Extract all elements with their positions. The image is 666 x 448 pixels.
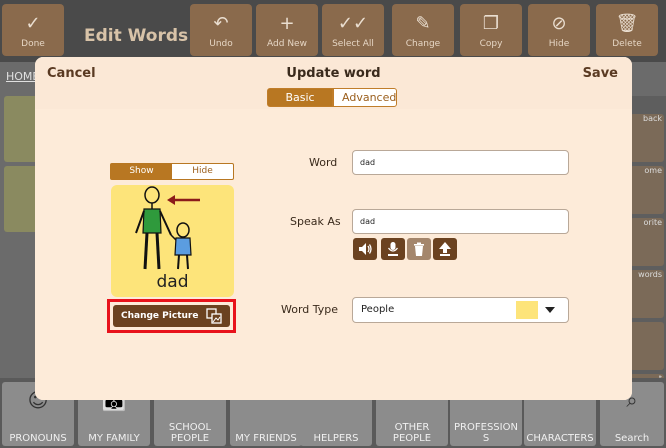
word-label: Word [309, 156, 338, 169]
speak-as-input[interactable]: dad [352, 209, 569, 234]
done-button: ✓ Done [2, 4, 64, 56]
dialog-body: Show Hide dad Change Picture Word dad Sp… [35, 109, 632, 400]
check-icon: ✓ [25, 13, 41, 34]
hide-icon: ⊘ [551, 13, 567, 34]
right-column-item: orite [630, 218, 664, 266]
background-title: Edit Words [84, 26, 189, 46]
background-right-column: back ome orite words t [630, 96, 666, 396]
word-picture[interactable]: dad [111, 185, 234, 297]
word-type-select[interactable]: People [352, 297, 569, 323]
show-image-option[interactable]: Show [111, 164, 172, 179]
tab-advanced[interactable]: Advanced [333, 88, 397, 107]
image-swap-icon [206, 308, 222, 324]
select-all-button: ✓✓ Select All [322, 4, 384, 56]
change-picture-label: Change Picture [121, 311, 199, 321]
right-column-item: back [630, 114, 664, 162]
hide-image-option[interactable]: Hide [172, 164, 233, 179]
update-word-dialog: Cancel Update word Save Basic Advanced S… [35, 57, 632, 400]
change-picture-highlight: Change Picture [107, 299, 236, 333]
record-audio-button[interactable] [381, 238, 405, 260]
speaker-icon [359, 243, 372, 255]
right-column-item: words [630, 270, 664, 318]
background-toolbar: ✓ Done Edit Words ↶ Undo + Add New ✓✓ Se… [0, 0, 666, 62]
copy-button: ❐ Copy [460, 4, 522, 56]
add-new-button: + Add New [256, 4, 318, 56]
word-type-value: People [361, 304, 395, 315]
upload-icon [439, 242, 451, 256]
save-button[interactable]: Save [583, 66, 618, 81]
change-picture-button[interactable]: Change Picture [113, 305, 230, 327]
image-visibility-toggle: Show Hide [110, 163, 234, 180]
plus-icon: + [279, 13, 295, 34]
undo-button: ↶ Undo [190, 4, 252, 56]
trash-icon: 🗑 [615, 13, 639, 34]
microphone-icon [387, 242, 399, 256]
delete-audio-button[interactable] [407, 238, 431, 260]
speak-as-label: Speak As [290, 215, 341, 228]
dialog-header: Cancel Update word Save Basic Advanced [35, 57, 632, 109]
double-check-icon: ✓✓ [337, 13, 369, 34]
picture-caption: dad [156, 272, 189, 292]
upload-audio-button[interactable] [433, 238, 457, 260]
tab-basic[interactable]: Basic [267, 88, 333, 107]
play-audio-button[interactable] [353, 238, 377, 260]
change-button: ✎ Change [392, 4, 454, 56]
copy-icon: ❐ [482, 13, 500, 34]
tab-bar: Basic Advanced [267, 88, 397, 107]
word-type-color-swatch [516, 301, 538, 319]
right-column-item [630, 322, 664, 370]
right-column-item: ome [630, 166, 664, 214]
chevron-down-icon [545, 307, 555, 313]
pencil-icon: ✎ [415, 13, 431, 34]
dad-symbol-icon [135, 186, 200, 270]
hide-button: ⊘ Hide [528, 4, 590, 56]
trash-icon [414, 242, 424, 256]
undo-icon: ↶ [213, 13, 229, 34]
word-type-label: Word Type [281, 303, 339, 316]
word-input[interactable]: dad [352, 150, 569, 175]
delete-button: 🗑 Delete [596, 4, 658, 56]
dialog-title: Update word [286, 66, 381, 81]
